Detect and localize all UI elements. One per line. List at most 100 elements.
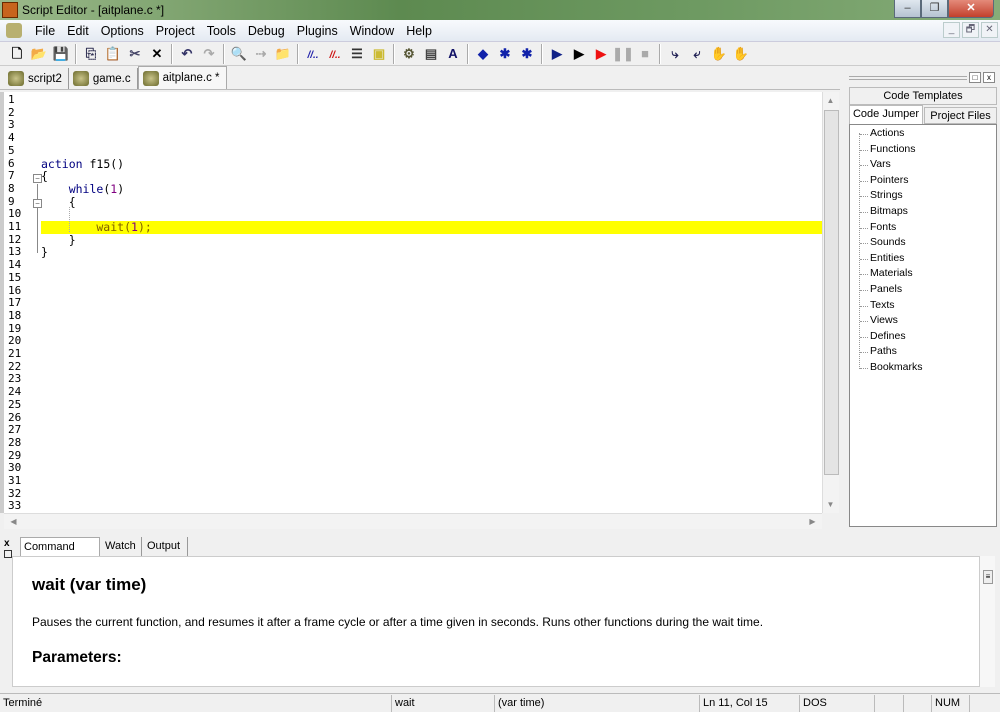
stop-button[interactable]: ■ [634,44,656,64]
tree-item-bitmaps[interactable]: Bitmaps [860,204,908,220]
indent-button[interactable]: ☰ [346,44,368,64]
uncomment-button[interactable]: //.. [324,44,346,64]
code-line[interactable]: wait(1); [41,221,822,234]
code-line[interactable]: action f15() [41,157,822,171]
tab-code-jumper[interactable]: Code Jumper [849,105,923,125]
code-line[interactable] [41,386,822,399]
code-line[interactable] [41,285,822,298]
tree-item-strings[interactable]: Strings [860,188,903,204]
scroll-down-icon[interactable]: ▼ [823,500,838,509]
mdi-close-button[interactable]: ✕ [981,22,998,38]
tree-item-paths[interactable]: Paths [860,344,897,360]
horizontal-scrollbar[interactable]: ◀ ▶ [4,513,822,529]
code-line[interactable] [41,475,822,488]
tree-item-sounds[interactable]: Sounds [860,235,906,251]
hand-disabled-button[interactable]: ✋ [730,44,752,64]
tree-item-entities[interactable]: Entities [859,251,904,267]
tab-file[interactable]: game.c [69,68,138,89]
code-line[interactable] [41,450,822,463]
code-line[interactable] [41,424,822,437]
tree-item-texts[interactable]: Texts [860,298,895,314]
comment-button[interactable]: //.. [302,44,324,64]
tab-code-templates[interactable]: Code Templates [849,87,997,105]
new-file-button[interactable]: 🗋 [6,44,28,64]
step-into-button[interactable]: ⤷ [664,44,686,64]
code-line[interactable]: while(1) [41,183,822,196]
tab-file[interactable]: aitplane.c * [137,66,227,89]
mdi-restore-button[interactable]: 🗗 [962,22,979,38]
code-line[interactable] [41,297,822,310]
code-line[interactable]: { [41,170,822,183]
code-line[interactable] [41,132,822,145]
redo-button[interactable]: ↷ [198,44,220,64]
code-line[interactable] [41,348,822,361]
code-line[interactable]: } [41,246,822,259]
code-line[interactable] [41,119,822,132]
code-line[interactable] [41,335,822,348]
remove-breakpoint-button[interactable]: ✱ [516,44,538,64]
cut-button[interactable]: ✂ [124,44,146,64]
run-button[interactable]: ▶ [546,44,568,64]
code-line[interactable]: } [41,233,822,247]
code-line[interactable] [41,107,822,120]
code-line[interactable] [41,259,822,272]
scroll-up-icon[interactable]: ▲ [823,96,838,105]
mdi-minimize-button[interactable]: _ [943,22,960,38]
tab-output[interactable]: Output [144,537,188,556]
tree-item-panels[interactable]: Panels [859,282,902,298]
code-line[interactable] [41,310,822,323]
vertical-scrollbar[interactable]: ▲ ▼ [822,92,839,513]
tree-item-fonts[interactable]: Fonts [859,220,896,236]
menu-edit[interactable]: Edit [61,24,95,38]
code-line[interactable] [41,437,822,450]
tab-file[interactable]: script2 [4,68,69,89]
menu-tools[interactable]: Tools [201,24,242,38]
tab-command-help[interactable]: Command Help [20,537,100,571]
tree-item-views[interactable]: Views [860,313,898,329]
save-button[interactable]: 💾 [50,44,72,64]
menu-plugins[interactable]: Plugins [291,24,344,38]
panel-close-icon[interactable]: x [4,538,10,549]
menu-file[interactable]: File [29,24,61,38]
code-line[interactable] [41,94,822,107]
panel-grip[interactable] [849,76,967,80]
code-line[interactable] [41,145,822,158]
bookmark-button[interactable]: ▣ [368,44,390,64]
add-breakpoint-button[interactable]: ✱ [494,44,516,64]
code-line[interactable] [41,488,822,501]
find-button[interactable]: 🔍 [228,44,250,64]
tree-item-defines[interactable]: Defines [860,329,906,345]
help-scrollbar[interactable]: ≡ [980,556,995,687]
copy-button[interactable]: ⎘ [80,44,102,64]
menu-help[interactable]: Help [400,24,438,38]
code-line[interactable]: { [41,195,822,209]
close-button[interactable]: ✕ [948,0,994,18]
paste-button[interactable]: 📋 [102,44,124,64]
tree-item-vars[interactable]: Vars [860,157,891,173]
scroll-right-icon[interactable]: ▶ [805,517,820,526]
step-over-button[interactable]: ⤶ [686,44,708,64]
panel-float-icon[interactable] [4,550,12,558]
maximize-button[interactable]: ❐ [921,0,948,18]
tree-item-functions[interactable]: Functions [860,142,916,158]
undo-button[interactable]: ↶ [176,44,198,64]
menu-project[interactable]: Project [150,24,201,38]
hand-button[interactable]: ✋ [708,44,730,64]
replace-button[interactable]: ⇢ [250,44,272,64]
scroll-thumb[interactable]: ≡ [983,570,993,584]
menu-window[interactable]: Window [344,24,400,38]
document-icon[interactable] [6,23,22,38]
scroll-left-icon[interactable]: ◀ [6,517,21,526]
tree-item-materials[interactable]: Materials [860,266,913,282]
code-line[interactable] [41,462,822,475]
run-debug-button[interactable]: ▶ [590,44,612,64]
code-line[interactable] [41,412,822,425]
scroll-thumb[interactable] [824,110,839,475]
menu-options[interactable]: Options [95,24,150,38]
code-line[interactable] [41,373,822,386]
compile-button[interactable]: ⚙ [398,44,420,64]
panel-float-button[interactable]: □ [969,72,981,83]
step-button[interactable]: ▶ [568,44,590,64]
code-line[interactable] [41,208,822,221]
panel-close-button[interactable]: x [983,72,995,83]
